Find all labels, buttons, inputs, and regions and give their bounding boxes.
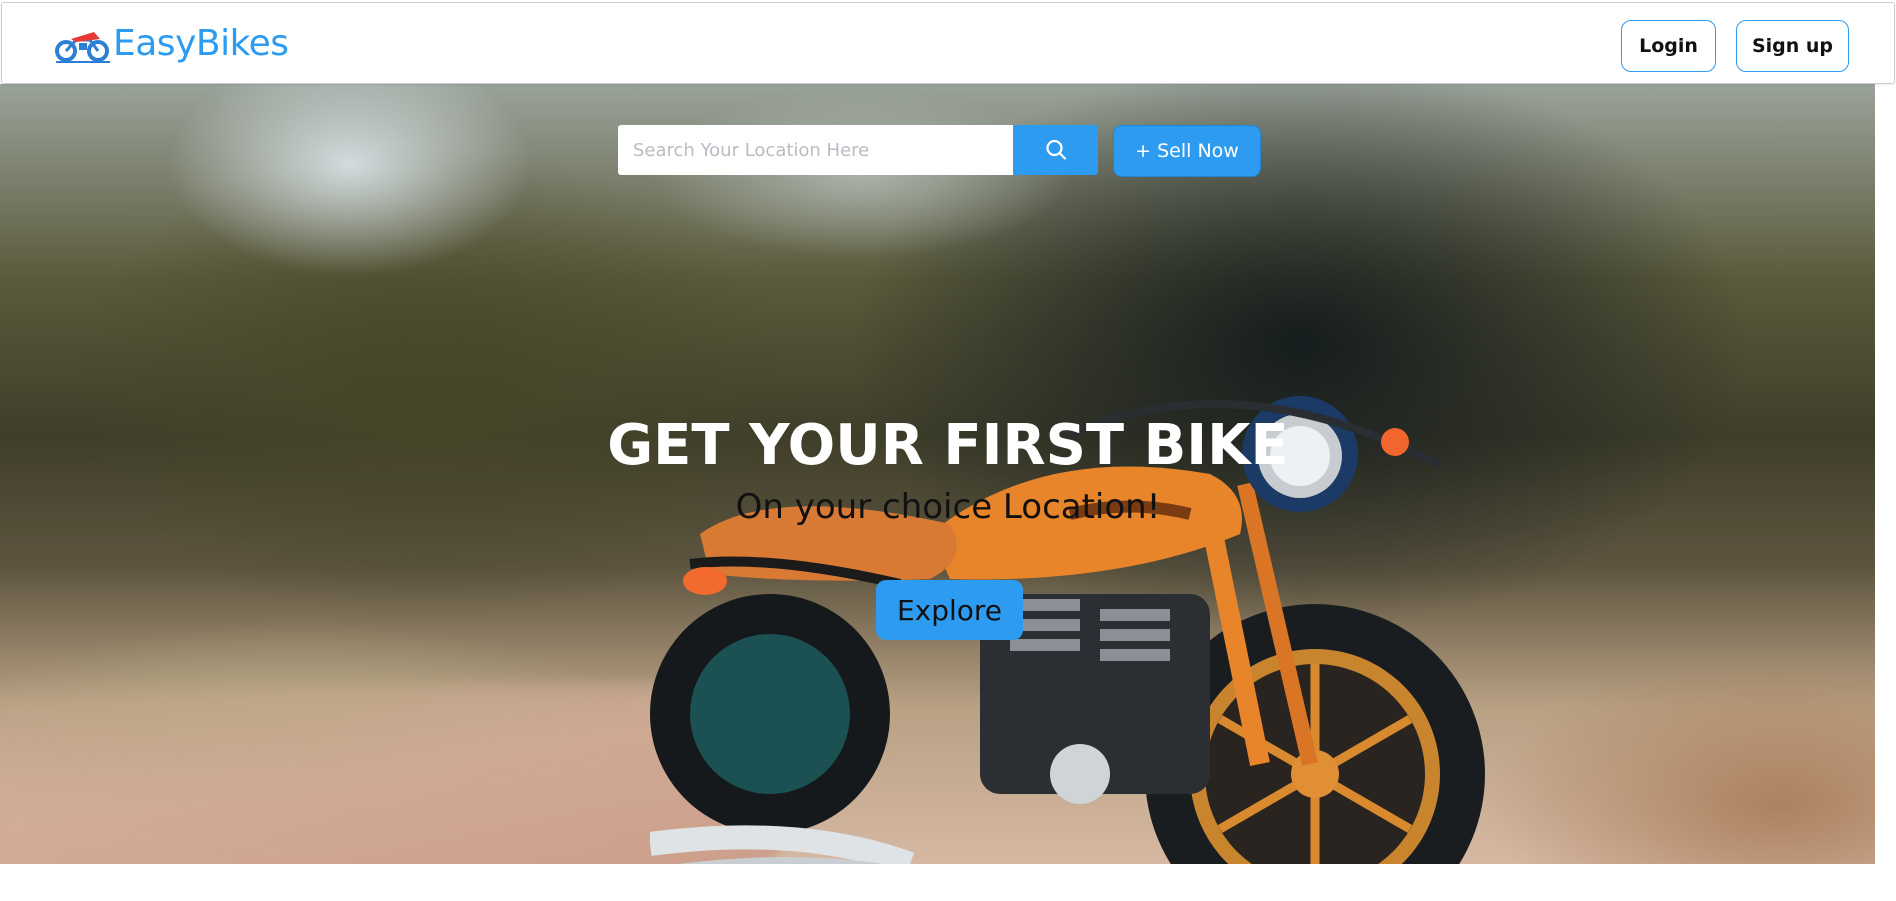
login-button[interactable]: Login [1621,20,1716,72]
explore-button[interactable]: Explore [876,580,1023,640]
brand-name: EasyBikes [113,23,289,64]
search-button[interactable] [1013,125,1098,175]
sell-now-button[interactable]: + Sell Now [1113,125,1261,177]
search-icon [1045,139,1066,160]
brand-link[interactable]: EasyBikes [54,21,289,67]
search-bar [618,125,1098,175]
signup-button[interactable]: Sign up [1736,20,1849,72]
page-scroll-gutter [1875,84,1896,864]
hero-title: GET YOUR FIRST BIKE [607,413,1289,478]
hero-subtitle: On your choice Location! [735,487,1161,527]
navbar: EasyBikes Login Sign up [1,2,1895,84]
location-search-input[interactable] [618,125,1013,175]
hero-section: + Sell Now GET YOUR FIRST BIKE On your c… [0,84,1875,864]
motorbike-logo-icon [55,32,110,63]
